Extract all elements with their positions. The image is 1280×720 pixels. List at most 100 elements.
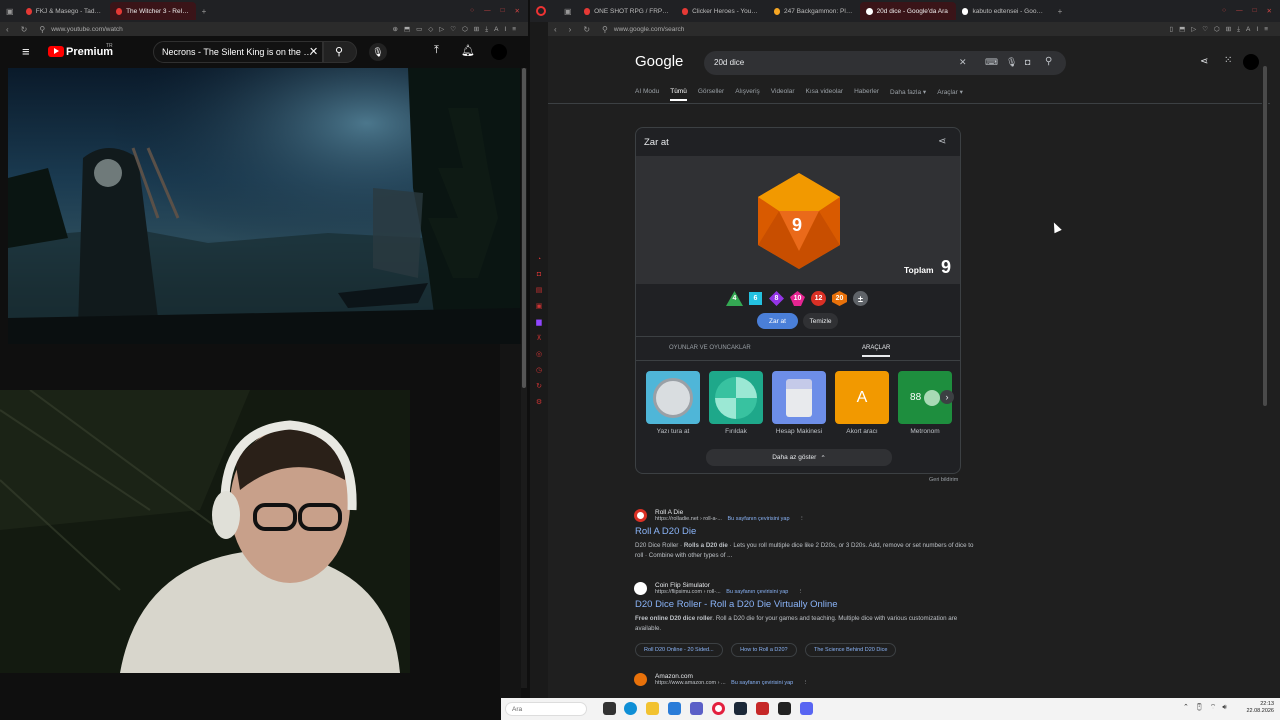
tool-coin-flip[interactable]: Yazı tura at	[646, 371, 700, 435]
show-less-button[interactable]: Daha az göster ⌃	[706, 449, 892, 466]
sidebar-history-icon[interactable]: ◷	[536, 366, 542, 374]
extension-icons[interactable]: ⊕⬒▭◇▷♡⬡⊞⤓AI≡	[393, 25, 528, 34]
sidebar-settings-icon[interactable]: ⚙	[536, 398, 542, 406]
clear-search-icon[interactable]: ✕	[309, 45, 318, 58]
custom-dice-button[interactable]: ±	[852, 291, 869, 306]
tab-games-and-toys[interactable]: OYUNLAR VE OYUNCAKLAR	[669, 345, 751, 351]
youtube-search-button[interactable]: ⚲	[323, 41, 357, 63]
clear-query-icon[interactable]: ✕	[959, 57, 967, 68]
result-site-name[interactable]: Amazon.com	[655, 673, 975, 680]
right-tab-4[interactable]: 20d dice - Google'da Ara	[859, 2, 956, 20]
roll-button[interactable]: Zar at	[757, 313, 798, 329]
reload-icon[interactable]: ↻	[21, 25, 28, 34]
tab-all[interactable]: Tümü	[670, 88, 687, 101]
extension-icons[interactable]: ▯⬒▷♡⬡⊞⤓AI≡	[1170, 25, 1280, 34]
d12-button[interactable]: 12	[810, 291, 827, 306]
translate-link[interactable]: Bu sayfanın çevirisini yap	[731, 680, 793, 686]
window-menu-icon[interactable]: ▣	[564, 7, 572, 16]
obs-icon[interactable]	[778, 702, 791, 715]
youtube-search-input[interactable]: Necrons - The Silent King is on the Flo	[153, 41, 323, 63]
steam-icon[interactable]	[734, 702, 747, 715]
opera-icon[interactable]	[712, 702, 725, 715]
window-menu-icon[interactable]: ▣	[6, 7, 14, 16]
edge-icon[interactable]	[624, 702, 637, 715]
tab-news[interactable]: Haberler	[854, 88, 879, 101]
avatar[interactable]	[491, 44, 507, 60]
d8-button[interactable]: 8	[768, 291, 785, 306]
close-window-icon[interactable]: ✕	[515, 7, 520, 15]
right-address-bar[interactable]: ‹ › ↻ ⚲ www.google.com/search ▯⬒▷♡⬡⊞⤓AI≡	[548, 22, 1280, 36]
site-info-icon[interactable]: ⚲	[39, 25, 45, 34]
youtube-scrollbar[interactable]	[521, 68, 527, 688]
tab-videos[interactable]: Videolar	[771, 88, 795, 101]
menu-icon[interactable]: ≡	[22, 44, 30, 59]
sidebar-instagram-icon[interactable]: ◘	[537, 271, 541, 278]
maximize-icon[interactable]: □	[1253, 7, 1257, 15]
d4-button[interactable]: 4	[726, 291, 743, 306]
result-url[interactable]: https://flipsimu.com › roll-... Bu sayfa…	[655, 589, 975, 595]
system-tray-icons[interactable]: ⌃🔋︎⌔🔊︎	[1183, 703, 1233, 712]
right-tab-5[interactable]: kabuto edtensei - Google'	[956, 2, 1052, 20]
minimize-icon[interactable]: —	[484, 7, 491, 15]
left-tab-2[interactable]: The Witcher 3 - Relax...	[109, 2, 196, 20]
discord-icon[interactable]	[800, 702, 813, 715]
back-icon[interactable]: ‹	[554, 25, 557, 34]
dice-display-area[interactable]: 9 Toplam 9	[636, 156, 960, 284]
tab-tools[interactable]: Araçlar ▾	[937, 88, 963, 101]
sidebar-vk-icon[interactable]: ▤	[536, 286, 543, 294]
result-site-name[interactable]: Coin Flip Simulator	[655, 582, 975, 589]
d10-button[interactable]: 10	[789, 291, 806, 306]
left-address-bar[interactable]: ‹ ↻ ⚲ www.youtube.com/watch ⊕⬒▭◇▷♡⬡⊞⤓AI≡	[0, 22, 528, 36]
file-explorer-icon[interactable]	[646, 702, 659, 715]
url-text[interactable]: www.youtube.com/watch	[51, 26, 123, 33]
back-icon[interactable]: ‹	[6, 25, 9, 34]
right-tab-1[interactable]: ONE SHOT RPG / FRP " Gi	[578, 2, 676, 20]
avatar[interactable]	[1243, 54, 1259, 70]
more-options-icon[interactable]: ⋮	[798, 589, 804, 595]
forward-icon[interactable]: ›	[569, 25, 572, 34]
tab-more[interactable]: Daha fazla ▾	[890, 88, 926, 101]
d6-button[interactable]: 6	[747, 291, 764, 306]
result-title[interactable]: Roll A D20 Die	[635, 526, 975, 537]
minimize-icon[interactable]: —	[1236, 7, 1243, 15]
tab-ai-mode[interactable]: AI Modu	[635, 88, 659, 101]
video-player[interactable]	[8, 68, 520, 344]
url-text[interactable]: www.google.com/search	[614, 26, 684, 33]
taskbar-clock[interactable]: 22:13 22.08.2026	[1246, 701, 1274, 715]
more-options-icon[interactable]: ⋮	[799, 516, 805, 522]
taskbar-search-input[interactable]: Ara	[505, 702, 587, 716]
share-icon[interactable]: ⋖	[1200, 56, 1208, 67]
result-url[interactable]: https://www.amazon.com › ... Bu sayfanın…	[655, 680, 975, 686]
reload-icon[interactable]: ↻	[583, 25, 590, 34]
new-tab-icon[interactable]: +	[202, 7, 207, 16]
voice-search-icon[interactable]: 🎙	[369, 43, 387, 61]
more-options-icon[interactable]: ⋮	[803, 680, 809, 686]
maximize-icon[interactable]: □	[501, 7, 505, 15]
tool-spinner[interactable]: Fırıldak	[709, 371, 763, 435]
carousel-next-icon[interactable]: ›	[940, 390, 954, 404]
notifications-bell-icon[interactable]: 🔔︎	[461, 44, 475, 57]
translate-link[interactable]: Bu sayfanın çevirisini yap	[726, 589, 788, 595]
clear-button[interactable]: Temizle	[803, 313, 838, 329]
sidebar-music-icon[interactable]: ▣	[536, 302, 543, 310]
tab-short-videos[interactable]: Kısa videolar	[806, 88, 844, 101]
sidebar-flow-icon[interactable]: ◎	[536, 350, 542, 358]
share-icon[interactable]: ⋖	[938, 136, 946, 147]
sidebar-messenger-icon[interactable]: ◔	[537, 256, 541, 263]
google-logo[interactable]: Google	[635, 53, 683, 70]
left-tab-1[interactable]: FKJ & Masego - Tadow - Y	[20, 2, 110, 20]
site-info-icon[interactable]: ⚲	[602, 25, 608, 34]
sitelink-chip[interactable]: Roll D20 Online - 20 Sided...	[635, 643, 723, 658]
teams-icon[interactable]	[690, 702, 703, 715]
sitelink-chip[interactable]: The Science Behind D20 Dice	[805, 643, 897, 658]
sitelink-chip[interactable]: How to Roll a D20?	[731, 643, 797, 658]
feedback-link[interactable]: Geri bildirim	[929, 477, 958, 483]
tool-calculator[interactable]: Hesap Makinesi	[772, 371, 826, 435]
result-site-name[interactable]: Roll A Die	[655, 509, 975, 516]
page-scrollbar[interactable]	[1262, 36, 1268, 698]
d20-button[interactable]: 20	[831, 291, 848, 306]
sidebar-downloads-icon[interactable]: ↻	[536, 382, 542, 390]
apps-grid-icon[interactable]: ⁙	[1224, 55, 1232, 66]
upload-icon[interactable]: ⤒	[434, 44, 439, 57]
result-title[interactable]: D20 Dice Roller - Roll a D20 Die Virtual…	[635, 599, 975, 610]
